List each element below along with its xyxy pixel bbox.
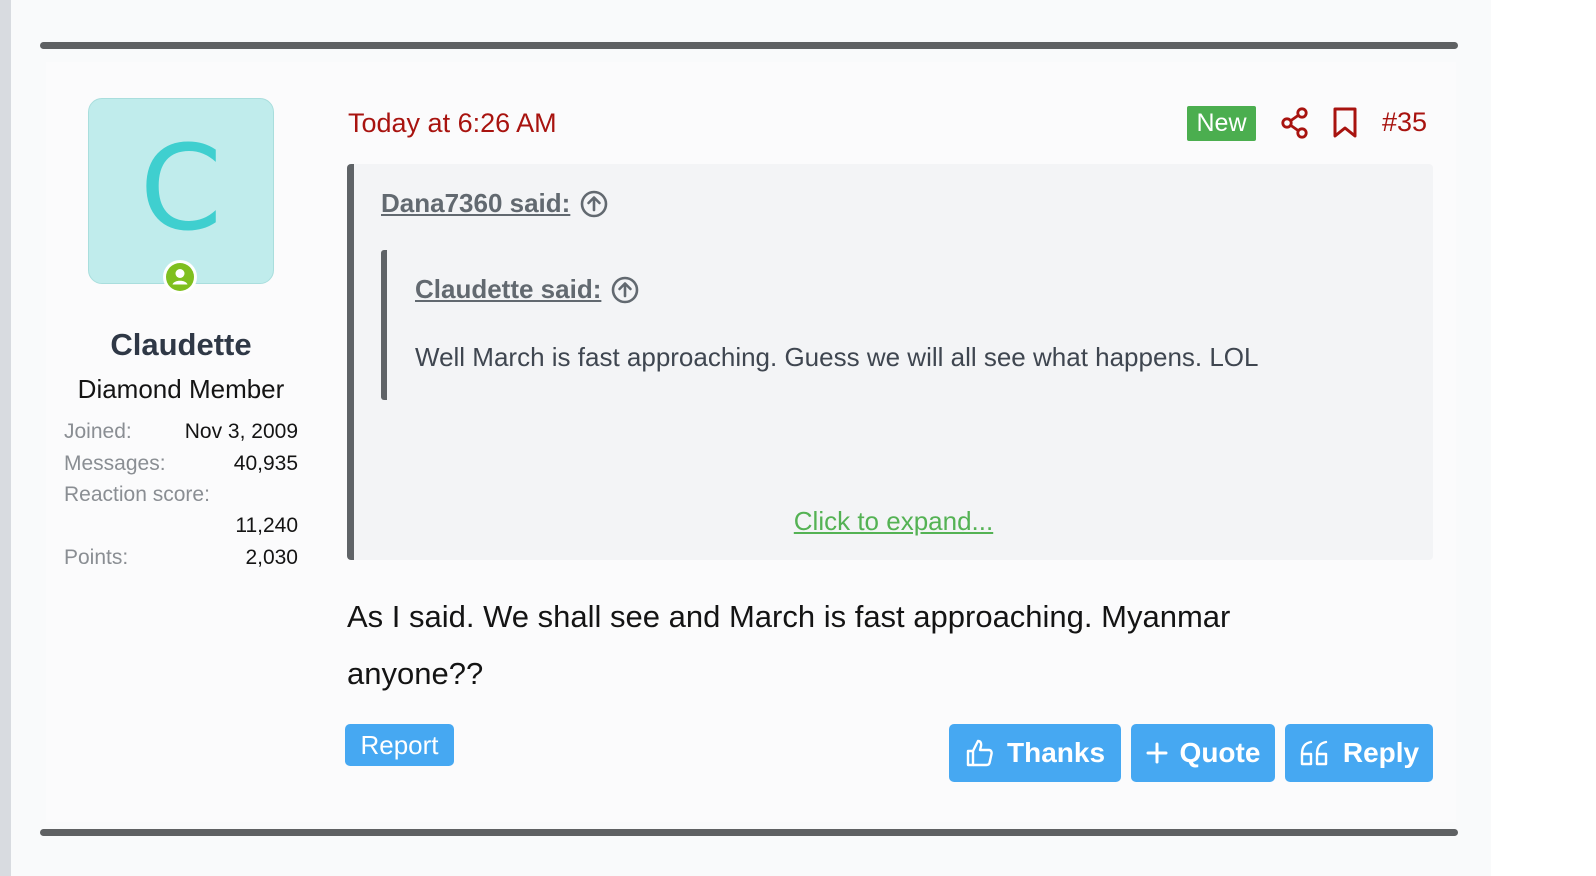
post-body: As I said. We shall see and March is fas… [347,588,1347,702]
nested-quote-author-name: Claudette said: [415,274,602,304]
quote-block: Dana7360 said: Claudette said: Well Marc… [347,164,1433,560]
new-badge: New [1187,106,1256,141]
reply-button[interactable]: Reply [1285,724,1433,782]
nested-quote-block: Claudette said: Well March is fast appro… [381,250,1406,400]
thumbs-up-icon [966,739,993,767]
window-left-edge [0,0,11,876]
joined-label: Joined: [64,420,132,443]
messages-value[interactable]: 40,935 [234,452,298,476]
avatar[interactable]: C [88,98,274,284]
username[interactable]: Claudette [60,327,302,363]
reaction-score-value: 11,240 [235,514,298,537]
share-icon[interactable] [1280,107,1310,144]
points-value[interactable]: 2,030 [245,546,298,570]
post-divider-bottom [40,829,1458,836]
post-body-line: As I said. We shall see and March is fas… [347,599,1231,634]
quote-label: Quote [1179,737,1261,768]
post-divider-top [40,42,1458,49]
thanks-button[interactable]: Thanks [949,724,1121,782]
messages-label: Messages: [64,452,166,475]
user-title: Diamond Member [77,374,285,404]
arrow-up-circle-icon [612,276,639,303]
nested-quote-text: Well March is fast approaching. Guess we… [415,342,1259,372]
user-circle-icon [166,263,194,291]
online-status-icon [163,260,197,294]
points-label: Points: [64,546,129,569]
joined-value: Nov 3, 2009 [184,420,298,443]
quote-author-name: Dana7360 said: [381,188,571,218]
avatar-letter: C [139,119,223,257]
click-to-expand-link[interactable]: Click to expand... [354,506,1433,537]
quote-button[interactable]: Quote [1131,724,1275,782]
bookmark-icon[interactable] [1332,107,1358,144]
quote-mark-icon [1300,740,1328,766]
post-body-line: anyone?? [347,656,484,691]
reaction-score-label: Reaction score: [64,483,210,506]
post-number-link[interactable]: #35 [1382,107,1427,138]
report-button[interactable]: Report [345,724,454,766]
quote-author-link[interactable]: Dana7360 said: [381,188,608,219]
thanks-label: Thanks [1006,737,1106,768]
arrow-up-circle-icon [581,190,608,217]
post-date[interactable]: Today at 6:26 AM [348,108,557,139]
reply-label: Reply [1342,737,1420,768]
plus-icon [1146,742,1168,764]
nested-quote-author-link[interactable]: Claudette said: [415,274,639,305]
